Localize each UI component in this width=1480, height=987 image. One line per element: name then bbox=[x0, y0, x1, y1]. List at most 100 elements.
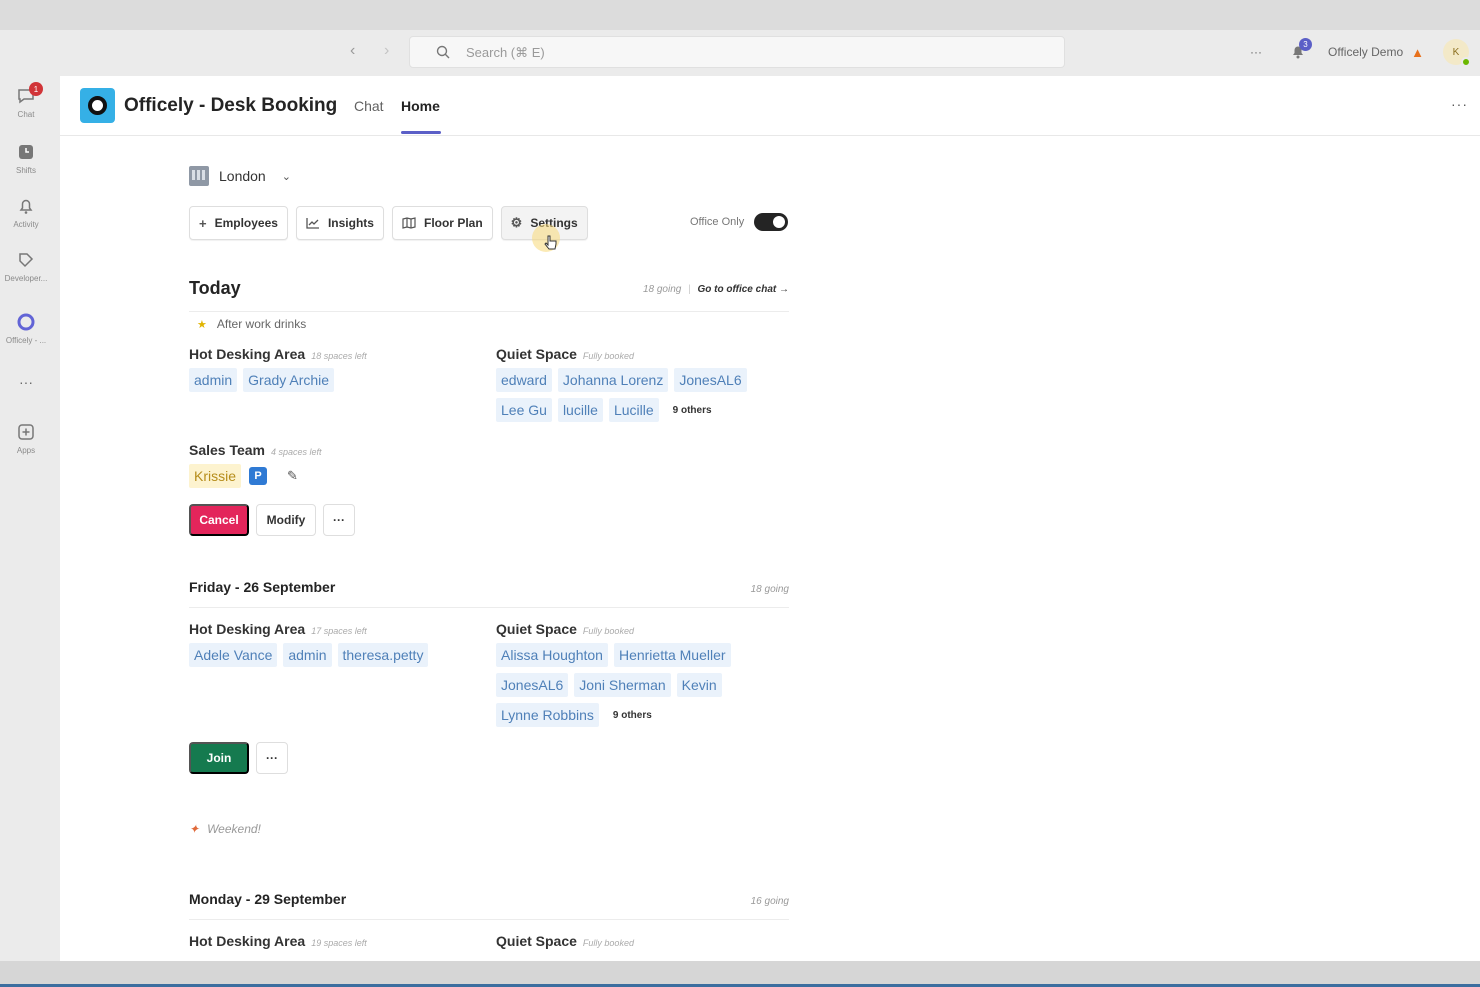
notification-count-badge: 3 bbox=[1299, 38, 1312, 51]
area-hot-desking-monday: Hot Desking Area 19 spaces left bbox=[189, 933, 367, 949]
attendee-chip[interactable]: Grady Archie bbox=[243, 368, 335, 392]
more-options-icon: ··· bbox=[1250, 45, 1262, 59]
attendee-chip[interactable]: admin bbox=[283, 643, 332, 667]
weekend-note: ✦ Weekend! bbox=[189, 822, 261, 836]
bell-icon bbox=[19, 199, 33, 214]
rail-item-label: Chat bbox=[17, 110, 35, 119]
attendee-list: Adele Vance admin theresa.petty bbox=[189, 643, 469, 667]
attendee-chip[interactable]: Henrietta Mueller bbox=[613, 643, 731, 667]
office-only-label: Office Only bbox=[690, 216, 745, 228]
modify-button[interactable]: Modify bbox=[256, 504, 316, 536]
rail-item-label: Developer... bbox=[4, 274, 48, 283]
notifications-button[interactable]: 3 bbox=[1290, 36, 1312, 68]
org-name: Officely Demo bbox=[1328, 45, 1404, 59]
attendee-chip[interactable]: Lee Gu bbox=[496, 398, 552, 422]
insights-button[interactable]: Insights bbox=[295, 206, 384, 240]
area-capacity: 4 spaces left bbox=[271, 447, 322, 457]
area-quiet-space-today: Quiet Space Fully booked edward Johanna Lo… bbox=[496, 346, 776, 422]
search-icon bbox=[436, 45, 450, 59]
attendee-chip[interactable]: Kevin bbox=[676, 673, 722, 697]
hand-cursor-icon bbox=[544, 235, 557, 250]
rail-item-chat[interactable]: 1 Chat bbox=[0, 82, 52, 119]
attendee-chip[interactable]: admin bbox=[189, 368, 238, 392]
weekend-label: Weekend! bbox=[207, 822, 261, 836]
main-panel: Officely - Desk Booking Chat Home ··· Lo… bbox=[60, 76, 1480, 961]
edit-pencil-icon[interactable]: ✎ bbox=[287, 468, 298, 484]
attendee-chip[interactable]: Alissa Houghton bbox=[496, 643, 608, 667]
divider bbox=[189, 311, 789, 312]
attendee-chip[interactable]: Adele Vance bbox=[189, 643, 278, 667]
today-meta: 18 going | Go to office chat → bbox=[642, 284, 790, 295]
rail-more-apps[interactable]: ··· bbox=[0, 374, 52, 390]
attendee-chip[interactable]: edward bbox=[496, 368, 552, 392]
my-booking-chip[interactable]: Krissie bbox=[189, 464, 242, 488]
rail-item-shifts[interactable]: Shifts bbox=[0, 142, 52, 175]
location-selector[interactable]: London ⌄ bbox=[189, 166, 291, 186]
others-count[interactable]: 9 others bbox=[673, 405, 712, 416]
taskbar-edge bbox=[0, 961, 1480, 987]
area-hot-desking-today: Hot Desking Area 18 spaces left admin Grad… bbox=[189, 346, 469, 392]
app-more-options-button[interactable]: ··· bbox=[1451, 96, 1468, 112]
floor-plan-button[interactable]: Floor Plan bbox=[391, 206, 493, 240]
search-box[interactable] bbox=[409, 36, 1065, 68]
attendee-chip[interactable]: JonesAL6 bbox=[496, 673, 569, 697]
app-header: Officely - Desk Booking Chat Home ··· bbox=[60, 76, 1480, 136]
title-bar: ‹ › ··· 3 Officely Demo ▲ K bbox=[0, 0, 1480, 76]
shifts-icon bbox=[19, 145, 33, 159]
rail-item-officely[interactable]: Officely - ... bbox=[0, 312, 52, 345]
attendee-chip[interactable]: lucille bbox=[557, 398, 603, 422]
search-input[interactable] bbox=[466, 44, 966, 60]
area-title: Hot Desking Area bbox=[189, 933, 306, 949]
attendee-chip[interactable]: Joni Sherman bbox=[574, 673, 671, 697]
building-icon bbox=[189, 166, 209, 186]
join-button[interactable]: Join bbox=[189, 742, 249, 774]
others-count[interactable]: 9 others bbox=[613, 710, 652, 721]
map-icon bbox=[402, 217, 416, 229]
attendee-list: Alissa Houghton Henrietta Mueller JonesAL6… bbox=[496, 643, 776, 727]
more-options-button[interactable]: ··· bbox=[1250, 36, 1262, 68]
org-switcher[interactable]: Officely Demo ▲ bbox=[1328, 36, 1424, 68]
rail-item-apps[interactable]: Apps bbox=[0, 422, 52, 455]
attendee-chip[interactable]: Lucille bbox=[608, 398, 659, 422]
event-item: ★ After work drinks bbox=[197, 317, 306, 331]
day-title-friday: Friday - 26 September bbox=[189, 579, 336, 595]
attendee-chip[interactable]: Lynne Robbins bbox=[496, 703, 599, 727]
avatar-initial: K bbox=[1452, 46, 1460, 58]
divider bbox=[189, 919, 789, 920]
area-hot-desking-friday: Hot Desking Area 17 spaces left Adele Van… bbox=[189, 621, 469, 667]
forward-arrow-icon[interactable]: › bbox=[384, 42, 389, 60]
monday-going-count: 16 going bbox=[750, 896, 789, 907]
cancel-button[interactable]: Cancel bbox=[189, 504, 249, 536]
area-title: Quiet Space bbox=[496, 346, 577, 362]
today-more-button[interactable]: ··· bbox=[323, 504, 355, 536]
employees-button[interactable]: + Employees bbox=[189, 206, 288, 240]
parking-icon: P bbox=[249, 467, 268, 485]
office-only-toggle[interactable] bbox=[754, 213, 788, 231]
area-capacity: Fully booked bbox=[582, 626, 634, 636]
plus-icon: + bbox=[199, 215, 207, 231]
friday-more-button[interactable]: ··· bbox=[256, 742, 288, 774]
user-avatar-button[interactable]: K bbox=[1443, 36, 1471, 68]
back-arrow-icon[interactable]: ‹ bbox=[350, 42, 355, 60]
attendee-chip[interactable]: JonesAL6 bbox=[674, 368, 747, 392]
area-capacity: Fully booked bbox=[582, 351, 634, 361]
attendee-chip[interactable]: Johanna Lorenz bbox=[557, 368, 669, 392]
rail-item-activity[interactable]: Activity bbox=[0, 196, 52, 229]
attendee-chip[interactable]: theresa.petty bbox=[337, 643, 429, 667]
party-popper-icon: ✦ bbox=[189, 822, 200, 836]
tab-chat[interactable]: Chat bbox=[354, 98, 384, 114]
rail-item-developer[interactable]: Developer... bbox=[0, 250, 52, 283]
warning-icon: ▲ bbox=[1411, 44, 1425, 60]
office-chat-link[interactable]: Go to office chat → bbox=[698, 284, 790, 295]
more-apps-icon: ··· bbox=[19, 374, 33, 390]
area-capacity: 17 spaces left bbox=[311, 626, 367, 636]
action-toolbar: + Employees Insights Floor Plan ⚙ Settin… bbox=[189, 206, 588, 240]
gear-icon: ⚙ bbox=[510, 215, 523, 230]
tab-home[interactable]: Home bbox=[401, 98, 440, 114]
area-title: Quiet Space bbox=[496, 933, 577, 949]
area-sales-team-today: Sales Team 4 spaces left Krissie P ✎ bbox=[189, 442, 469, 488]
area-title: Sales Team bbox=[189, 442, 266, 458]
chat-unread-badge: 1 bbox=[29, 82, 43, 96]
area-capacity: Fully booked bbox=[582, 938, 634, 948]
insights-label: Insights bbox=[327, 216, 374, 230]
